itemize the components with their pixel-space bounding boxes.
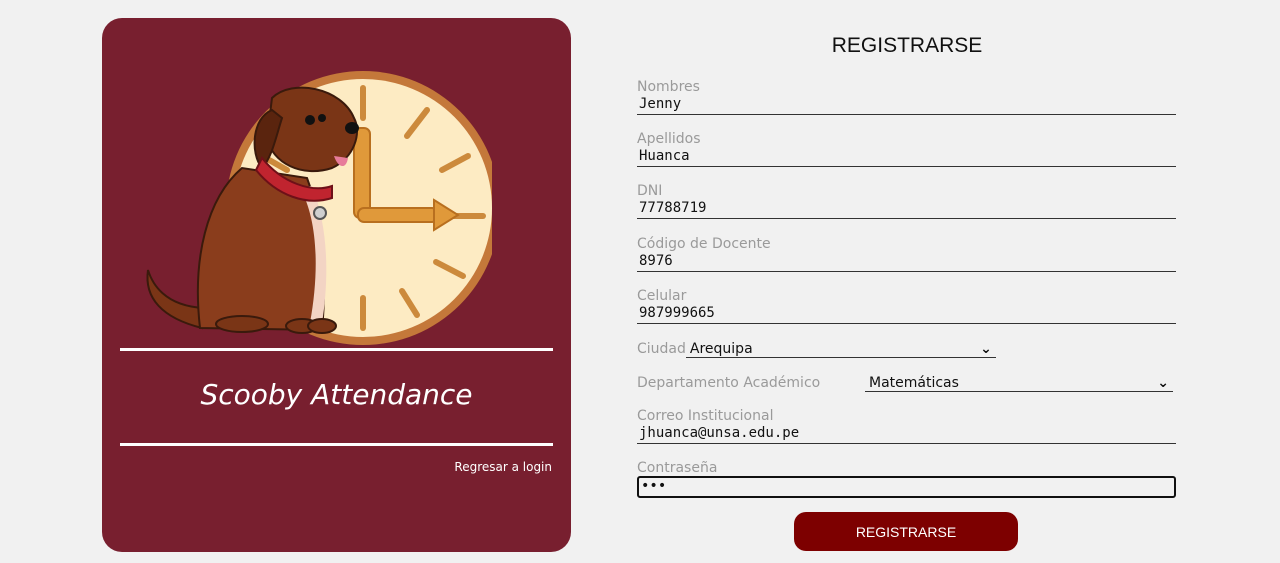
celular-input[interactable]: 987999665 xyxy=(637,304,1176,324)
chevron-down-icon: ⌄ xyxy=(1157,374,1169,391)
field-apellidos: Apellidos Huanca xyxy=(637,131,1176,167)
field-codigo-docente: Código de Docente 8976 xyxy=(637,236,1176,272)
password-input[interactable]: ••• xyxy=(637,476,1176,498)
correo-label: Correo Institucional xyxy=(637,408,774,424)
departamento-row: Departamento Académico Matemáticas ⌄ xyxy=(637,374,1173,392)
celular-label: Celular xyxy=(637,288,687,304)
field-contrasena: Contraseña ••• xyxy=(637,460,1176,498)
departamento-select[interactable]: Matemáticas ⌄ xyxy=(865,374,1173,392)
field-nombres: Nombres Jenny xyxy=(637,79,1176,115)
divider-top xyxy=(120,348,553,351)
form-title: REGISTRARSE xyxy=(831,34,983,57)
divider-bottom xyxy=(120,443,553,446)
dni-input[interactable]: 77788719 xyxy=(637,199,1176,219)
apellidos-label: Apellidos xyxy=(637,131,701,147)
ciudad-select[interactable]: Arequipa ⌄ xyxy=(685,340,996,358)
chevron-down-icon: ⌄ xyxy=(980,340,992,357)
codigo-docente-input[interactable]: 8976 xyxy=(637,252,1176,272)
dni-label: DNI xyxy=(637,183,663,199)
correo-input[interactable]: jhuanca@unsa.edu.pe xyxy=(637,424,1176,444)
departamento-label: Departamento Académico xyxy=(637,375,821,391)
field-celular: Celular 987999665 xyxy=(637,288,1176,324)
register-button[interactable]: REGISTRARSE xyxy=(794,512,1018,551)
contrasena-label: Contraseña xyxy=(637,460,718,476)
departamento-value: Matemáticas xyxy=(869,374,959,391)
ciudad-value: Arequipa xyxy=(689,340,753,357)
dog-clock-illustration xyxy=(146,71,492,345)
ciudad-label: Ciudad xyxy=(637,341,686,357)
ciudad-row: Ciudad Arequipa ⌄ xyxy=(637,340,996,358)
nombres-label: Nombres xyxy=(637,79,700,95)
apellidos-input[interactable]: Huanca xyxy=(637,147,1176,167)
field-dni: DNI 77788719 xyxy=(637,183,1176,219)
app-name: Scooby Attendance xyxy=(200,378,473,411)
codigo-docente-label: Código de Docente xyxy=(637,236,771,252)
field-correo: Correo Institucional jhuanca@unsa.edu.pe xyxy=(637,408,1176,444)
brand-card: Scooby Attendance Regresar a login xyxy=(102,18,571,552)
nombres-input[interactable]: Jenny xyxy=(637,95,1176,115)
back-to-login-link[interactable]: Regresar a login xyxy=(454,460,552,474)
